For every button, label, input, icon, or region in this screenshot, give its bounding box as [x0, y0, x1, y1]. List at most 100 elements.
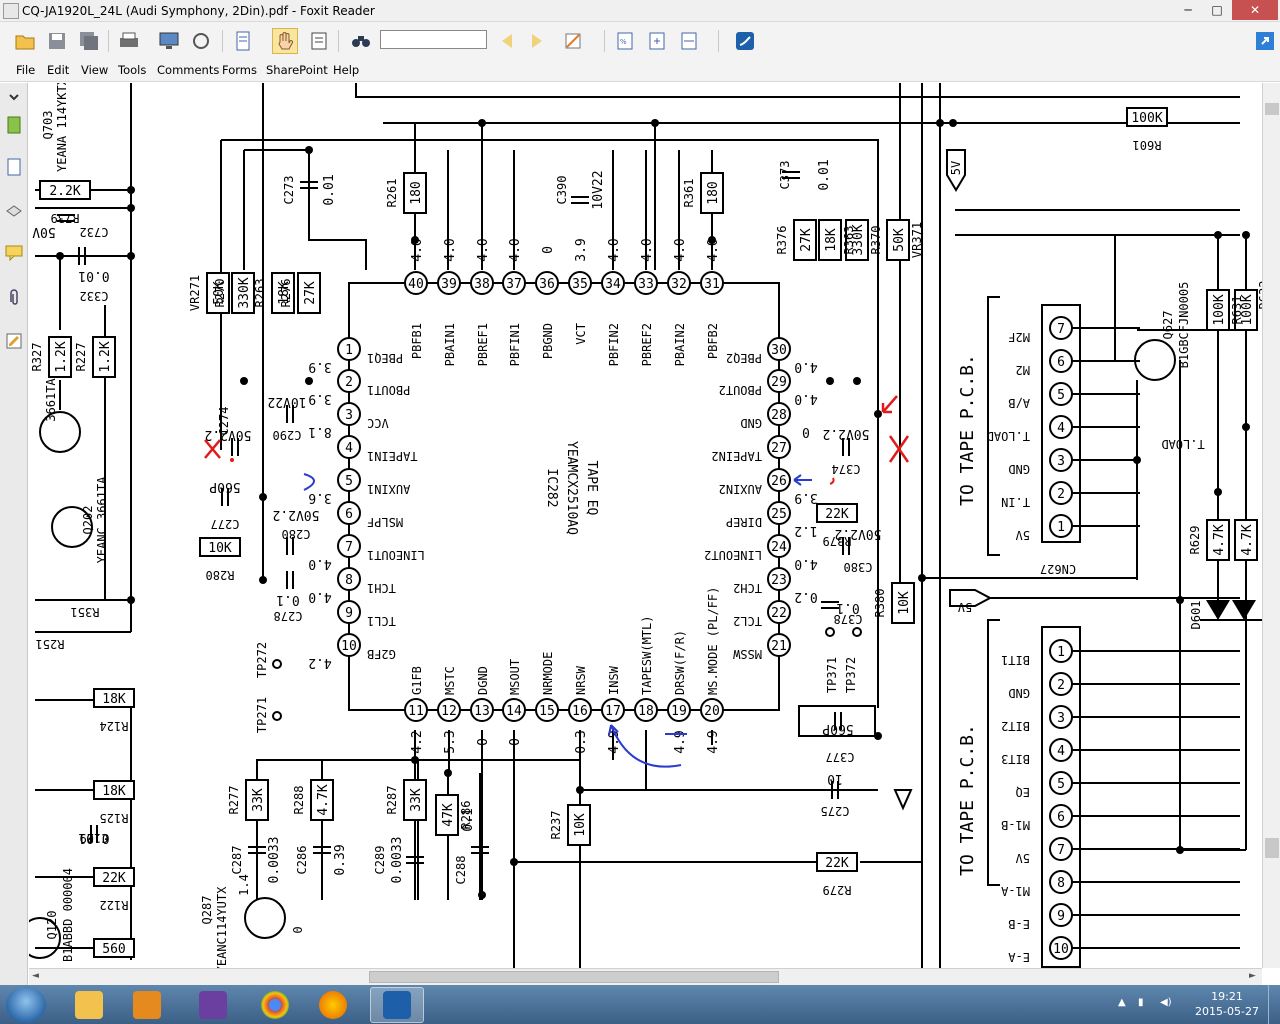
zoom-percent-icon[interactable]: %: [612, 28, 638, 54]
explorer-taskbar-icon[interactable]: [62, 987, 116, 1023]
visual-studio-taskbar-icon[interactable]: [186, 987, 240, 1023]
minimize-button[interactable]: ─: [1174, 0, 1202, 20]
expand-icon[interactable]: [1252, 28, 1278, 54]
connector-pin-label: E-B: [1008, 917, 1030, 931]
transistor-ref: Q120: [45, 911, 59, 940]
menu-help[interactable]: Help: [333, 63, 359, 77]
junction-dot: [918, 574, 926, 582]
menu-sharepoint[interactable]: SharePoint: [266, 63, 328, 77]
tray-clock[interactable]: 19:21 2015-05-27: [1194, 989, 1260, 1019]
comments-icon[interactable]: [2, 241, 26, 265]
vertical-scroll-thumb[interactable]: [1265, 103, 1279, 115]
foxit-logo-icon[interactable]: [732, 28, 758, 54]
menu-forms[interactable]: Forms: [222, 63, 257, 77]
wire: [355, 83, 1240, 98]
find-previous-icon[interactable]: [494, 28, 520, 54]
snapshot-icon[interactable]: [188, 28, 214, 54]
fit-page-icon[interactable]: [644, 28, 670, 54]
media-player-taskbar-icon[interactable]: [120, 987, 174, 1023]
pin-name: NRSW: [574, 665, 588, 695]
foxit-app-icon[interactable]: [3, 3, 19, 19]
resistor-ref: VR371: [910, 222, 924, 258]
pin-voltage: 4.0: [308, 556, 331, 571]
close-button[interactable]: ✕: [1232, 0, 1278, 20]
pin-number: 4: [345, 441, 353, 456]
horizontal-scrollbar[interactable]: ◄ ►: [29, 968, 1262, 985]
fit-width-icon[interactable]: [676, 28, 702, 54]
find-next-icon[interactable]: [524, 28, 550, 54]
pin-number: 7: [1057, 843, 1065, 858]
horizontal-scroll-thumb[interactable]: [369, 971, 779, 983]
pin-voltage: 3.9: [308, 391, 331, 406]
cap-value: 560P: [822, 721, 853, 736]
tray-network-icon[interactable]: ▮: [1138, 997, 1144, 1008]
menu-file[interactable]: File: [16, 63, 35, 77]
select-text-icon[interactable]: [306, 28, 332, 54]
maximize-button[interactable]: □: [1203, 0, 1231, 20]
firefox-taskbar-icon[interactable]: [306, 987, 360, 1023]
tray-volume-icon[interactable]: ◀): [1160, 997, 1172, 1008]
pin-name: PBEQ2: [726, 351, 762, 365]
search-input[interactable]: [380, 30, 487, 49]
pin-number: 2: [345, 375, 353, 390]
cap-ref: C275: [821, 804, 850, 818]
cap-ref: C274: [217, 407, 231, 436]
junction-dot: [240, 377, 248, 385]
menu-comments[interactable]: Comments: [157, 63, 219, 77]
signatures-icon[interactable]: [2, 329, 26, 353]
open-folder-icon[interactable]: [12, 28, 38, 54]
resistor-value: 1.2K: [98, 341, 113, 372]
transistor-q627: [1134, 339, 1176, 381]
screen-icon[interactable]: [156, 28, 182, 54]
resistor-ref: R287: [385, 786, 399, 815]
test-point: [825, 627, 835, 637]
resistor-value: 33K: [251, 788, 266, 812]
scroll-right-arrow-icon[interactable]: ►: [1249, 971, 1256, 981]
pages-icon[interactable]: [2, 155, 26, 179]
resistor-ref: R261: [385, 179, 399, 208]
layers-icon[interactable]: [2, 197, 26, 221]
test-point: [272, 659, 282, 669]
pdf-document-view[interactable]: 40 PBFB1 4.0 39 PBAIN1 4.0 38 PBREF1 4.0 37 PBFIN1…: [29, 83, 1262, 968]
resistor-value: 18K: [102, 692, 126, 707]
bookmarks-icon[interactable]: [2, 113, 26, 137]
connector-pin-label: M1-A: [1000, 884, 1030, 898]
menu-view[interactable]: View: [81, 63, 108, 77]
pin-number: 2: [1057, 678, 1065, 693]
connector-ref: CN627: [1040, 562, 1076, 576]
highlight-icon[interactable]: [560, 28, 586, 54]
print-icon[interactable]: [116, 28, 142, 54]
tray-show-hidden-icon[interactable]: ▲: [1118, 997, 1126, 1008]
hand-tool-icon[interactable]: [272, 28, 298, 54]
menu-tools[interactable]: Tools: [118, 63, 146, 77]
menu-edit[interactable]: Edit: [47, 63, 69, 77]
pin-number: 10: [1053, 942, 1069, 957]
junction-dot: [1176, 846, 1184, 854]
chrome-taskbar-icon[interactable]: [248, 987, 302, 1023]
start-button[interactable]: [6, 987, 46, 1023]
scroll-left-arrow-icon[interactable]: ◄: [32, 971, 39, 981]
pin-name: PBFB1: [410, 323, 424, 359]
cap-value: 10V22: [591, 170, 606, 209]
binoculars-icon[interactable]: [348, 28, 374, 54]
pin-number: 30: [771, 343, 787, 358]
save-icon[interactable]: [44, 28, 70, 54]
junction-dot: [949, 119, 957, 127]
foxit-taskbar-icon[interactable]: [370, 987, 424, 1023]
cap-value: 50V2.2: [273, 507, 320, 522]
show-desktop-button[interactable]: [1268, 985, 1280, 1024]
pin-number: 26: [771, 474, 787, 489]
pin-voltage: 4.0: [794, 556, 817, 571]
junction-dot: [826, 377, 834, 385]
vertical-scrollbar[interactable]: [1262, 83, 1280, 968]
pin-number: 5: [1057, 777, 1065, 792]
save-all-icon[interactable]: [76, 28, 102, 54]
attachments-icon[interactable]: [2, 285, 26, 309]
junction-dot: [305, 377, 313, 385]
pin-voltage: 4.0: [607, 238, 622, 261]
resistor-value: 2.2K: [49, 184, 80, 199]
page-icon[interactable]: [230, 28, 256, 54]
pin-number: 40: [408, 277, 424, 292]
collapse-arrow-icon[interactable]: [2, 85, 26, 109]
pin-name: MSLPF: [367, 515, 403, 529]
